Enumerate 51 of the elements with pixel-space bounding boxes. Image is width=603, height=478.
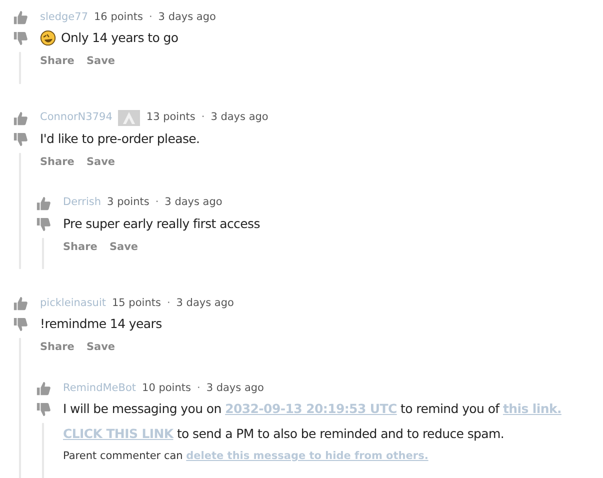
share-button[interactable]: Share: [63, 240, 98, 256]
thumbs-up-icon[interactable]: [13, 10, 28, 25]
timestamp-text: 3 days ago: [164, 195, 222, 210]
comment-text: Only 14 years to go: [61, 29, 178, 47]
points-text: 15 points: [112, 296, 161, 311]
link[interactable]: delete this message to hide from others.: [186, 450, 428, 462]
timestamp-text: 3 days ago: [210, 110, 268, 126]
link[interactable]: CLICK THIS LINK: [63, 426, 174, 441]
thumbs-down-icon[interactable]: [13, 132, 28, 147]
share-button[interactable]: Share: [40, 54, 74, 70]
thumbs-down-icon[interactable]: [13, 31, 28, 46]
link[interactable]: 2032-09-13 20:19:53 UTC: [225, 401, 397, 416]
separator-dot: ·: [148, 10, 152, 25]
thumbs-down-icon[interactable]: [36, 216, 51, 232]
thumbs-up-icon[interactable]: [13, 296, 28, 312]
save-button[interactable]: Save: [86, 154, 116, 170]
comment-text: I will be messaging you on 2032-09-13 20:19:53 UTC to remind you of this link.: [63, 400, 562, 418]
thumbs-up-icon[interactable]: [36, 196, 51, 210]
thumbs-up-icon[interactable]: [36, 381, 51, 396]
save-button[interactable]: Save: [109, 240, 138, 256]
thumbs-up-icon[interactable]: [13, 110, 28, 126]
username-link[interactable]: sledge77: [40, 10, 88, 26]
points-text: 13 points: [146, 110, 196, 126]
points-text: 3 points: [107, 195, 150, 210]
laughing-face-icon: [40, 30, 56, 46]
comment-text: Pre super early really first access: [63, 214, 260, 233]
comment-text: !remindme 14 years: [40, 315, 162, 334]
points-text: 10 points: [142, 380, 191, 396]
comment-text: I'd like to pre-order please.: [40, 130, 200, 148]
link[interactable]: this link.: [502, 401, 562, 416]
timestamp-text: 3 days ago: [206, 380, 264, 396]
timestamp-text: 3 days ago: [158, 10, 216, 25]
username-link[interactable]: Derrish: [63, 195, 102, 211]
separator-dot: ·: [201, 110, 205, 126]
username-link[interactable]: ConnorN3794: [40, 110, 112, 126]
save-button[interactable]: Save: [86, 340, 116, 356]
points-text: 16 points: [94, 10, 143, 25]
separator-dot: ·: [155, 195, 159, 210]
thumbs-down-icon[interactable]: [36, 402, 51, 417]
share-button[interactable]: Share: [40, 340, 74, 356]
separator-dot: ·: [196, 380, 200, 396]
flair-icon: [118, 110, 140, 126]
timestamp-text: 3 days ago: [176, 296, 234, 311]
username-link[interactable]: pickleinasuit: [40, 296, 106, 312]
thumbs-down-icon[interactable]: [13, 317, 28, 332]
username-link[interactable]: RemindMeBot: [63, 380, 136, 396]
share-button[interactable]: Share: [40, 154, 74, 170]
save-button[interactable]: Save: [86, 54, 116, 70]
separator-dot: ·: [166, 296, 170, 311]
comment-note: Parent commenter can delete this message to hide from others.: [63, 449, 430, 464]
comment-text: CLICK THIS LINK to send a PM to also be reminded and to reduce spam.: [63, 425, 504, 443]
